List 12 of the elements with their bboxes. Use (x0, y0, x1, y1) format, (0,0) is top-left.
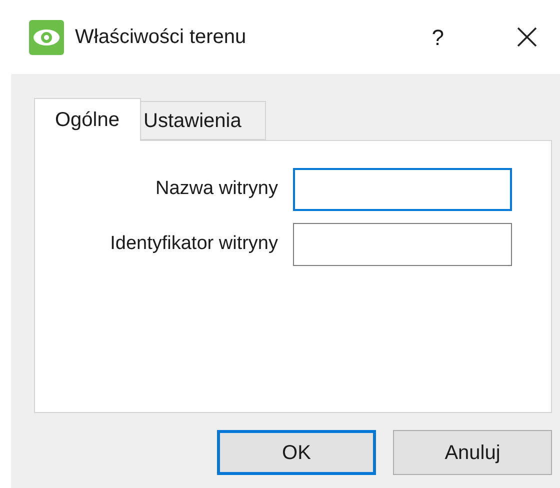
close-icon (516, 26, 538, 48)
field-label: Identyfikator witryny (109, 232, 279, 256)
tab[interactable]: Ustawienia (140, 101, 266, 140)
eye-icon (29, 20, 64, 54)
tab[interactable]: Ogólne (34, 98, 140, 141)
dialog-button[interactable]: OK (217, 430, 376, 475)
text-field[interactable] (293, 168, 512, 211)
help-button[interactable]: ? (424, 20, 452, 54)
window-title: Właściwości terenu (75, 25, 246, 50)
text-field[interactable] (293, 223, 512, 266)
field-label: Nazwa witryny (154, 177, 279, 202)
dialog-button[interactable]: Anuluj (393, 430, 552, 475)
